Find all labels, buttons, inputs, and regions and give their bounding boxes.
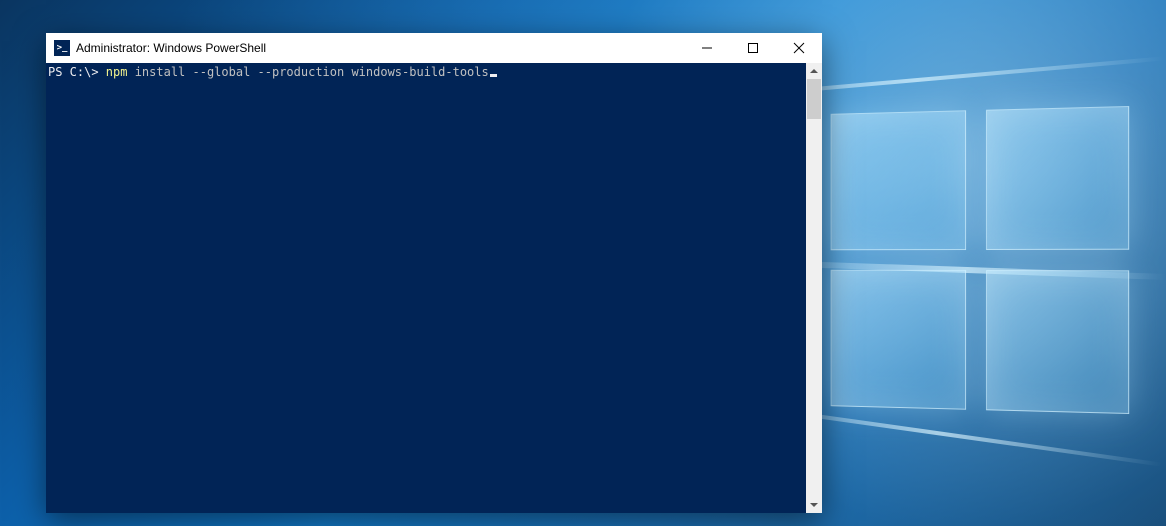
close-button[interactable]: [776, 33, 822, 63]
terminal-cursor: [490, 74, 497, 77]
scroll-down-button[interactable]: [806, 497, 822, 513]
window-title: Administrator: Windows PowerShell: [76, 41, 266, 55]
windows-logo-icon: [831, 106, 1130, 414]
scroll-up-button[interactable]: [806, 63, 822, 79]
terminal-prompt: PS C:\>: [48, 65, 106, 79]
window-titlebar[interactable]: >_ Administrator: Windows PowerShell: [46, 33, 822, 63]
scrollbar-thumb[interactable]: [807, 79, 821, 119]
terminal-command-exe: npm: [106, 65, 128, 79]
terminal-output[interactable]: PS C:\> npm install --global --productio…: [46, 63, 806, 513]
minimize-button[interactable]: [684, 33, 730, 63]
terminal-command-args: install --global --production windows-bu…: [127, 65, 488, 79]
powershell-window: >_ Administrator: Windows PowerShell PS …: [46, 33, 822, 513]
maximize-button[interactable]: [730, 33, 776, 63]
powershell-icon: >_: [54, 40, 70, 56]
vertical-scrollbar[interactable]: [806, 63, 822, 513]
